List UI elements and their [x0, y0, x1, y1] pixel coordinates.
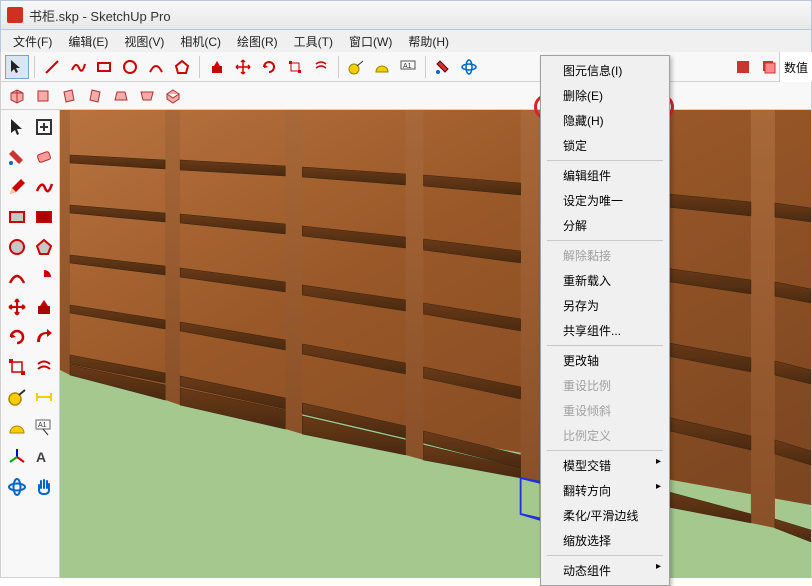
side-toolbar: A1 A: [0, 110, 60, 578]
back-view-icon[interactable]: [109, 84, 133, 108]
menu-view[interactable]: 视图(V): [116, 31, 172, 52]
3dtext-icon[interactable]: A: [31, 443, 56, 471]
pushpull-tool-icon[interactable]: [205, 55, 229, 79]
ctx-lock[interactable]: 锁定: [543, 133, 667, 158]
svg-text:A: A: [36, 449, 46, 465]
menu-file[interactable]: 文件(F): [5, 31, 60, 52]
make-component-icon[interactable]: [31, 113, 56, 141]
eraser-icon[interactable]: [31, 143, 56, 171]
window-titlebar: 书柜.skp - SketchUp Pro: [0, 0, 812, 30]
arc-tool-icon[interactable]: [144, 55, 168, 79]
layers-icon[interactable]: [757, 55, 781, 79]
freehand-tool-icon[interactable]: [66, 55, 90, 79]
ctx-entity-info[interactable]: 图元信息(I): [543, 58, 667, 83]
orbit-tool-icon[interactable]: [457, 55, 481, 79]
ctx-share-component[interactable]: 共享组件...: [543, 318, 667, 343]
svg-text:A1: A1: [403, 63, 412, 70]
ctx-delete[interactable]: 删除(E): [543, 83, 667, 108]
protractor-icon[interactable]: [4, 413, 29, 441]
ctx-zoom-selection[interactable]: 缩放选择: [543, 528, 667, 553]
ctx-make-unique[interactable]: 设定为唯一: [543, 188, 667, 213]
right-view-icon[interactable]: [83, 84, 107, 108]
ctx-explode[interactable]: 分解: [543, 213, 667, 238]
ctx-reset-scale: 重设比例: [543, 373, 667, 398]
ctx-save-as[interactable]: 另存为: [543, 293, 667, 318]
rectangle-icon[interactable]: [4, 203, 29, 231]
paint-tool-icon[interactable]: [431, 55, 455, 79]
value-label: 数值: [779, 52, 812, 82]
line-tool-icon[interactable]: [40, 55, 64, 79]
ctx-divider: [547, 555, 663, 556]
paint-bucket-icon[interactable]: [4, 143, 29, 171]
ctx-flip-along[interactable]: 翻转方向: [543, 478, 667, 503]
offset-tool-icon[interactable]: [309, 55, 333, 79]
app-icon: [7, 7, 23, 23]
ctx-hide[interactable]: 隐藏(H): [543, 108, 667, 133]
pan-icon[interactable]: [31, 473, 56, 501]
pie-icon[interactable]: [31, 263, 56, 291]
axes-icon[interactable]: [4, 443, 29, 471]
window-title: 书柜.skp - SketchUp Pro: [29, 6, 171, 25]
ctx-divider: [547, 240, 663, 241]
context-menu: 图元信息(I) 删除(E) 隐藏(H) 锁定 编辑组件 设定为唯一 分解 解除黏…: [540, 55, 670, 586]
menu-draw[interactable]: 绘图(R): [229, 31, 286, 52]
menu-window[interactable]: 窗口(W): [341, 31, 400, 52]
scale-tool-icon[interactable]: [283, 55, 307, 79]
followme-icon[interactable]: [31, 323, 56, 351]
iso-view-icon[interactable]: [5, 84, 29, 108]
text-tool-icon[interactable]: A1: [396, 55, 420, 79]
menu-help[interactable]: 帮助(H): [400, 31, 457, 52]
ctx-divider: [547, 450, 663, 451]
protractor-tool-icon[interactable]: [370, 55, 394, 79]
rotate-icon[interactable]: [4, 323, 29, 351]
pencil-icon[interactable]: [4, 173, 29, 201]
move-tool-icon[interactable]: [231, 55, 255, 79]
ctx-reload[interactable]: 重新载入: [543, 268, 667, 293]
tape-icon[interactable]: [4, 383, 29, 411]
circle-tool-icon[interactable]: [118, 55, 142, 79]
pushpull-icon[interactable]: [31, 293, 56, 321]
menubar[interactable]: 文件(F) 编辑(E) 视图(V) 相机(C) 绘图(R) 工具(T) 窗口(W…: [0, 30, 812, 52]
orbit-icon[interactable]: [4, 473, 29, 501]
offset-icon[interactable]: [31, 353, 56, 381]
select-tool-icon[interactable]: [5, 55, 29, 79]
toolbar-secondary: [0, 82, 812, 110]
rectangle-tool-icon[interactable]: [92, 55, 116, 79]
ctx-change-axes[interactable]: 更改轴: [543, 348, 667, 373]
toolbar-main: A1: [0, 52, 812, 82]
ctx-soften[interactable]: 柔化/平滑边线: [543, 503, 667, 528]
arc-icon[interactable]: [4, 263, 29, 291]
ctx-dynamic-components[interactable]: 动态组件: [543, 558, 667, 583]
scale-icon[interactable]: [4, 353, 29, 381]
move-icon[interactable]: [4, 293, 29, 321]
ctx-divider: [547, 345, 663, 346]
circle-icon[interactable]: [4, 233, 29, 261]
tape-tool-icon[interactable]: [344, 55, 368, 79]
polygon-icon[interactable]: [31, 233, 56, 261]
select-icon[interactable]: [4, 113, 29, 141]
left-view-icon[interactable]: [135, 84, 159, 108]
menu-tools[interactable]: 工具(T): [286, 31, 341, 52]
polygon-tool-icon[interactable]: [170, 55, 194, 79]
rectangle-filled-icon[interactable]: [31, 203, 56, 231]
svg-text:A1: A1: [38, 422, 47, 429]
ctx-scale-definition: 比例定义: [543, 423, 667, 448]
ctx-unglue: 解除黏接: [543, 243, 667, 268]
dimension-icon[interactable]: [31, 383, 56, 411]
menu-edit[interactable]: 编辑(E): [60, 31, 116, 52]
text-label-icon[interactable]: A1: [31, 413, 56, 441]
rotate-tool-icon[interactable]: [257, 55, 281, 79]
front-view-icon[interactable]: [57, 84, 81, 108]
menu-camera[interactable]: 相机(C): [172, 31, 229, 52]
ctx-divider: [547, 160, 663, 161]
component-icon[interactable]: [731, 55, 755, 79]
top-view-icon[interactable]: [31, 84, 55, 108]
ctx-intersect[interactable]: 模型交错: [543, 453, 667, 478]
workarea: A1 A: [0, 110, 812, 578]
freehand-icon[interactable]: [31, 173, 56, 201]
ctx-reset-skew: 重设倾斜: [543, 398, 667, 423]
perspective-icon[interactable]: [161, 84, 185, 108]
ctx-edit-component[interactable]: 编辑组件: [543, 163, 667, 188]
viewport-3d[interactable]: [60, 110, 812, 578]
